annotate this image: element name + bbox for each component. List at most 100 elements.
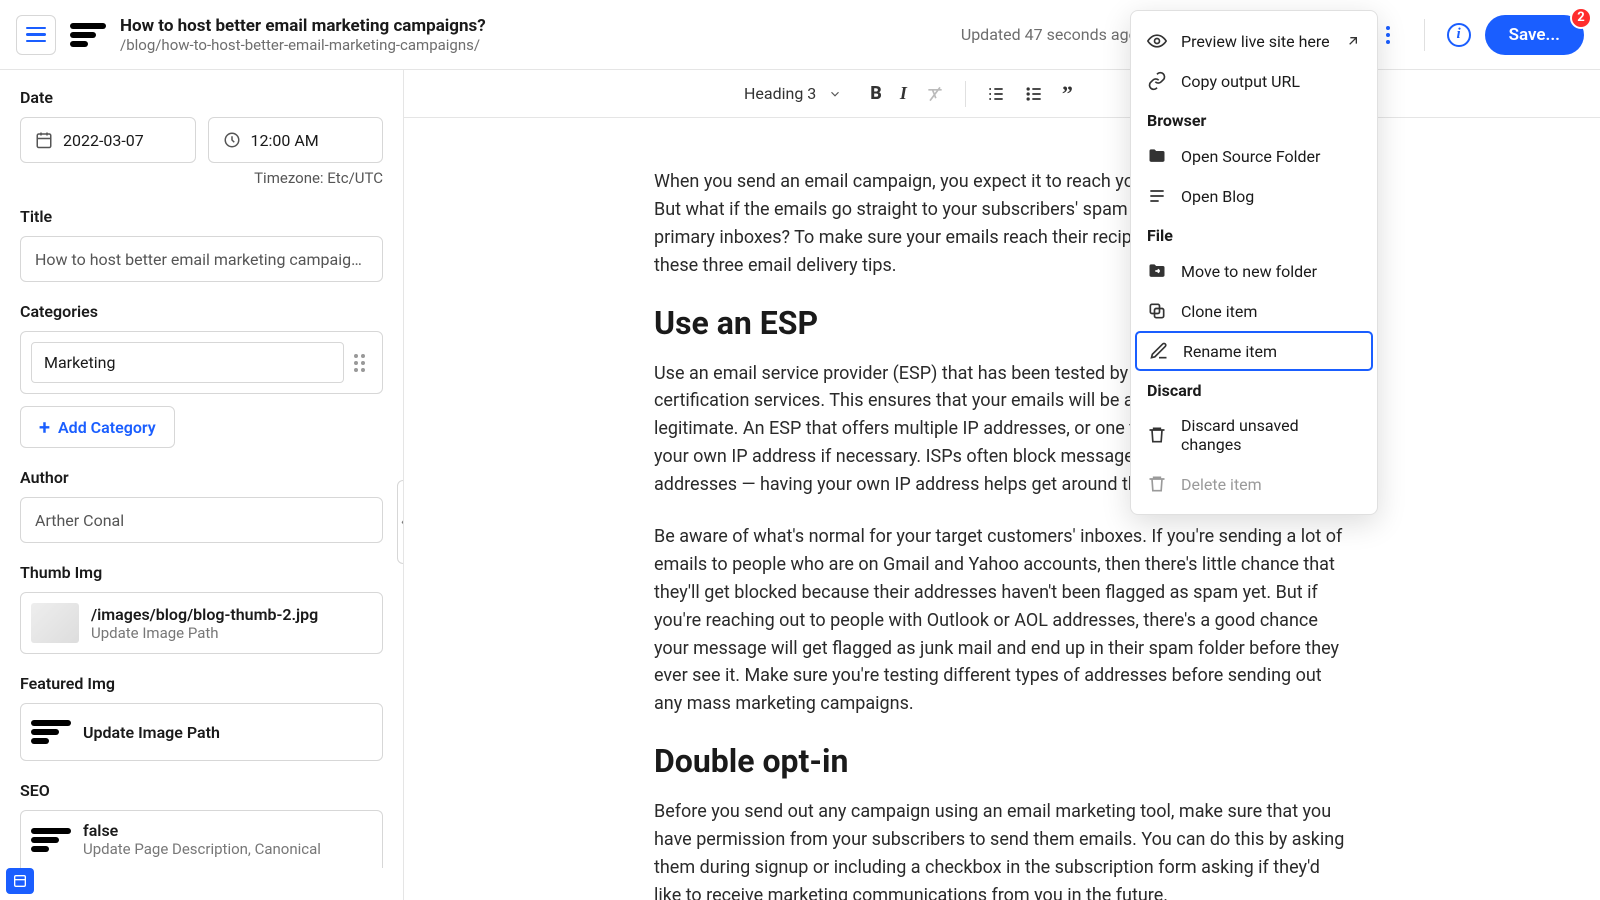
ordered-list-icon xyxy=(986,84,1006,104)
field-label-title: Title xyxy=(20,207,383,226)
sidebar: Date 2022-03-07 12:00 AM Timezone: Etc/U… xyxy=(0,70,404,900)
calendar-icon xyxy=(35,131,53,149)
category-label: Marketing xyxy=(44,353,115,372)
bold-button[interactable]: B xyxy=(870,83,882,104)
date-input[interactable]: 2022-03-07 xyxy=(20,117,196,163)
dd-label: Copy output URL xyxy=(1181,72,1300,91)
field-label-categories: Categories xyxy=(20,302,383,321)
heading-select[interactable]: Heading 3 xyxy=(744,84,850,103)
dd-label: Open Blog xyxy=(1181,187,1254,206)
category-chip[interactable]: Marketing xyxy=(31,342,344,383)
app-logo xyxy=(70,17,106,53)
field-label-seo: SEO xyxy=(20,781,383,800)
plus-icon: + xyxy=(39,417,50,437)
dd-preview[interactable]: Preview live site here xyxy=(1131,21,1377,61)
time-input[interactable]: 12:00 AM xyxy=(208,117,384,163)
save-label: Save... xyxy=(1509,25,1560,45)
actions-dropdown: Preview live site here Copy output URL B… xyxy=(1130,10,1378,515)
dd-label: Rename item xyxy=(1183,342,1277,361)
dd-rename[interactable]: Rename item xyxy=(1135,331,1373,371)
eye-icon xyxy=(1147,31,1167,51)
main-panel: Heading 3 B I ” When xyxy=(404,70,1600,900)
updated-label: Updated 47 seconds ago xyxy=(961,25,1138,44)
kebab-icon xyxy=(1386,26,1390,44)
field-label-featured: Featured Img xyxy=(20,674,383,693)
trash-icon xyxy=(1147,474,1167,494)
italic-button[interactable]: I xyxy=(900,83,907,104)
page-title: How to host better email marketing campa… xyxy=(120,16,947,36)
field-label-author: Author xyxy=(20,468,383,487)
thumb-image-card[interactable]: /images/blog/blog-thumb-2.jpg Update Ima… xyxy=(20,592,383,654)
editor-toolbar: Heading 3 B I ” xyxy=(404,70,1600,118)
featured-image-card[interactable]: Update Image Path xyxy=(20,703,383,761)
dd-copy-url[interactable]: Copy output URL xyxy=(1131,61,1377,101)
info-button[interactable]: i xyxy=(1447,23,1471,47)
author-input[interactable]: Arther Conal xyxy=(20,497,383,543)
divider xyxy=(965,81,966,107)
chevron-down-icon xyxy=(828,87,842,101)
placeholder-logo-icon xyxy=(31,714,71,750)
heading[interactable]: Double opt-in xyxy=(654,742,1350,780)
copy-icon xyxy=(1147,301,1167,321)
add-category-button[interactable]: + Add Category xyxy=(20,406,175,448)
clear-format-button[interactable] xyxy=(925,84,945,104)
thumb-sub: Update Image Path xyxy=(91,624,318,642)
dd-open-blog[interactable]: Open Blog xyxy=(1131,176,1377,216)
placeholder-logo-icon xyxy=(31,822,71,858)
timezone-label: Timezone: Etc/UTC xyxy=(20,169,383,187)
add-category-label: Add Category xyxy=(58,418,156,437)
thumb-path: /images/blog/blog-thumb-2.jpg xyxy=(91,605,318,624)
panel-toggle-button[interactable] xyxy=(6,868,34,894)
date-value: 2022-03-07 xyxy=(63,131,144,150)
paragraph[interactable]: Be aware of what's normal for your targe… xyxy=(654,523,1350,718)
link-icon xyxy=(1147,71,1167,91)
title-input[interactable]: How to host better email marketing campa… xyxy=(20,236,383,282)
clock-icon xyxy=(223,131,241,149)
dd-section-browser: Browser xyxy=(1131,101,1377,136)
editor-content[interactable]: When you send an email campaign, you exp… xyxy=(404,118,1600,900)
title-block: How to host better email marketing campa… xyxy=(120,16,947,54)
dd-clone[interactable]: Clone item xyxy=(1131,291,1377,331)
dd-label: Delete item xyxy=(1181,475,1262,494)
dd-discard-unsaved[interactable]: Discard unsaved changes xyxy=(1131,406,1377,464)
blockquote-button[interactable]: ” xyxy=(1062,81,1073,107)
panel-icon xyxy=(12,873,28,889)
time-value: 12:00 AM xyxy=(251,131,319,150)
menu-button[interactable] xyxy=(16,15,56,55)
seo-value: false xyxy=(83,821,321,840)
clear-format-icon xyxy=(925,84,945,104)
dd-move[interactable]: Move to new folder xyxy=(1131,251,1377,291)
pencil-icon xyxy=(1149,341,1169,361)
dd-label: Move to new folder xyxy=(1181,262,1317,281)
dd-label: Open Source Folder xyxy=(1181,147,1320,166)
title-value: How to host better email marketing campa… xyxy=(35,250,368,269)
dd-section-discard: Discard xyxy=(1131,371,1377,406)
divider xyxy=(1424,19,1425,51)
dd-label: Discard unsaved changes xyxy=(1181,416,1361,454)
trash-icon xyxy=(1147,425,1167,445)
author-value: Arther Conal xyxy=(35,511,124,530)
categories-container: Marketing xyxy=(20,331,383,394)
external-link-icon xyxy=(1345,33,1361,49)
dd-section-file: File xyxy=(1131,216,1377,251)
seo-card[interactable]: false Update Page Description, Canonical xyxy=(20,810,383,868)
ordered-list-button[interactable] xyxy=(986,84,1006,104)
dd-label: Preview live site here xyxy=(1181,32,1330,51)
dd-label: Clone item xyxy=(1181,302,1257,321)
thumb-preview xyxy=(31,603,79,643)
paragraph[interactable]: Before you send out any campaign using a… xyxy=(654,798,1350,900)
sidebar-collapse-handle[interactable] xyxy=(397,480,404,564)
folder-icon xyxy=(1147,146,1167,166)
unordered-list-icon xyxy=(1024,84,1044,104)
drag-handle-icon[interactable] xyxy=(354,354,372,372)
save-button[interactable]: Save... 2 xyxy=(1485,15,1584,55)
dd-open-source[interactable]: Open Source Folder xyxy=(1131,136,1377,176)
text-lines-icon xyxy=(1147,186,1167,206)
unordered-list-button[interactable] xyxy=(1024,84,1044,104)
page-path: /blog/how-to-host-better-email-marketing… xyxy=(120,36,947,54)
hamburger-icon xyxy=(26,27,46,43)
field-label-thumb: Thumb Img xyxy=(20,563,383,582)
heading-value: Heading 3 xyxy=(744,84,816,103)
field-label-date: Date xyxy=(20,88,383,107)
featured-sub: Update Image Path xyxy=(83,723,220,742)
